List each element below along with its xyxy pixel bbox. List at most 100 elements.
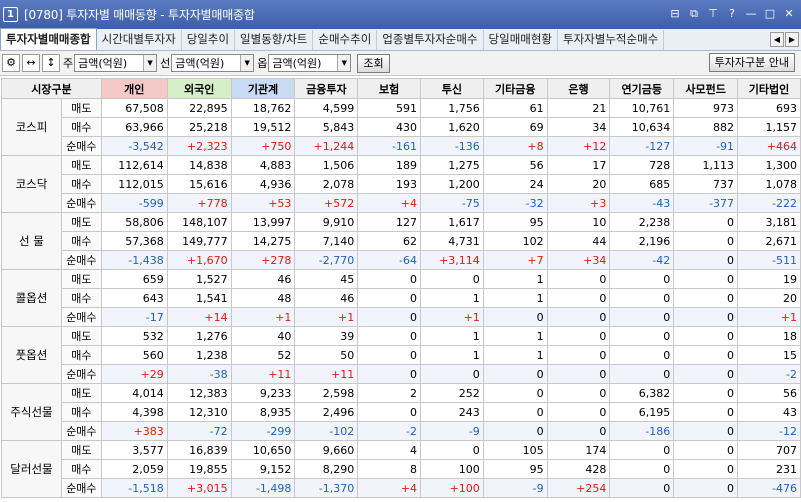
value-cell[interactable]: 39	[294, 326, 359, 346]
value-cell[interactable]: 18,762	[230, 98, 296, 118]
value-cell[interactable]: 56	[482, 155, 548, 175]
value-cell[interactable]: -2,770	[294, 250, 359, 270]
value-cell[interactable]: -377	[673, 193, 739, 213]
value-cell[interactable]: +278	[230, 250, 296, 270]
tab-3[interactable]: 일별동향/차트	[235, 30, 314, 50]
value-cell[interactable]: -161	[357, 136, 421, 156]
value-cell[interactable]: 1,113	[673, 155, 739, 175]
tab-5[interactable]: 업종별투자자순매수	[377, 30, 484, 50]
value-cell[interactable]: 69	[482, 117, 548, 137]
value-cell[interactable]: 643	[100, 288, 168, 308]
value-cell[interactable]: 0	[482, 307, 548, 327]
value-cell[interactable]: 4,398	[100, 402, 168, 422]
value-cell[interactable]: 693	[737, 98, 801, 118]
value-cell[interactable]: 9,233	[230, 383, 296, 403]
value-cell[interactable]: 58,806	[100, 212, 168, 232]
value-cell[interactable]: 6,382	[609, 383, 675, 403]
vertical-resize-icon[interactable]: ↕	[42, 54, 60, 72]
value-cell[interactable]: 25,218	[166, 117, 232, 137]
value-cell[interactable]: +2,323	[166, 136, 232, 156]
value-cell[interactable]: 22,895	[166, 98, 232, 118]
value-cell[interactable]: 0	[419, 364, 484, 384]
value-cell[interactable]: 15,616	[166, 174, 232, 194]
value-cell[interactable]: 1,238	[166, 345, 232, 365]
value-cell[interactable]: 0	[673, 478, 739, 498]
value-cell[interactable]: 105	[482, 440, 548, 460]
value-cell[interactable]: 0	[357, 307, 421, 327]
value-cell[interactable]: -222	[737, 193, 801, 213]
chevron-down-icon[interactable]: ▼	[143, 55, 157, 71]
value-cell[interactable]: 0	[609, 345, 675, 365]
value-cell[interactable]: 0	[609, 307, 675, 327]
value-cell[interactable]: 4,599	[294, 98, 359, 118]
value-cell[interactable]: 10,634	[609, 117, 675, 137]
tab-4[interactable]: 순매수추이	[313, 30, 378, 50]
value-cell[interactable]: 252	[419, 383, 484, 403]
value-cell[interactable]: 532	[100, 326, 168, 346]
minimize-icon[interactable]: —	[743, 6, 759, 22]
value-cell[interactable]: 0	[673, 402, 739, 422]
value-cell[interactable]: 8,935	[230, 402, 296, 422]
value-cell[interactable]: 14,838	[166, 155, 232, 175]
bookmark-icon[interactable]: ⊤	[705, 6, 721, 22]
value-cell[interactable]: 737	[673, 174, 739, 194]
value-cell[interactable]: +3,114	[419, 250, 484, 270]
value-cell[interactable]: 0	[673, 231, 739, 251]
value-cell[interactable]: 0	[482, 383, 548, 403]
futures-unit-select[interactable]: 금액(억원) ▼	[171, 54, 255, 72]
value-cell[interactable]: -91	[673, 136, 739, 156]
value-cell[interactable]: +383	[100, 421, 168, 441]
value-cell[interactable]: 48	[230, 288, 296, 308]
value-cell[interactable]: +4	[357, 193, 421, 213]
value-cell[interactable]: -38	[166, 364, 232, 384]
investor-guide-button[interactable]: 투자자구분 안내	[708, 53, 795, 72]
value-cell[interactable]: 0	[609, 478, 675, 498]
value-cell[interactable]: 95	[482, 459, 548, 479]
value-cell[interactable]: 1	[482, 326, 548, 346]
value-cell[interactable]: 1,617	[419, 212, 484, 232]
value-cell[interactable]: 0	[609, 288, 675, 308]
value-cell[interactable]: 685	[609, 174, 675, 194]
value-cell[interactable]: 4,936	[230, 174, 296, 194]
value-cell[interactable]: 1,541	[166, 288, 232, 308]
tab-2[interactable]: 당일추이	[182, 30, 236, 50]
value-cell[interactable]: 1,300	[737, 155, 801, 175]
value-cell[interactable]: 12,383	[166, 383, 232, 403]
value-cell[interactable]: 2,598	[294, 383, 359, 403]
value-cell[interactable]: 0	[357, 326, 421, 346]
value-cell[interactable]: 1	[482, 288, 548, 308]
value-cell[interactable]: 0	[609, 364, 675, 384]
value-cell[interactable]: 21	[546, 98, 611, 118]
value-cell[interactable]: -9	[482, 478, 548, 498]
value-cell[interactable]: -2	[357, 421, 421, 441]
value-cell[interactable]: 0	[546, 326, 611, 346]
value-cell[interactable]: +1	[419, 307, 484, 327]
value-cell[interactable]: +8	[482, 136, 548, 156]
value-cell[interactable]: 4,731	[419, 231, 484, 251]
value-cell[interactable]: +1,244	[294, 136, 359, 156]
value-cell[interactable]: -32	[482, 193, 548, 213]
value-cell[interactable]: 4	[357, 440, 421, 460]
value-cell[interactable]: 0	[609, 459, 675, 479]
value-cell[interactable]: 1,157	[737, 117, 801, 137]
value-cell[interactable]: +1	[294, 307, 359, 327]
value-cell[interactable]: 174	[546, 440, 611, 460]
value-cell[interactable]: 0	[357, 364, 421, 384]
value-cell[interactable]: +1	[230, 307, 296, 327]
pin-icon[interactable]: ⊟	[667, 6, 683, 22]
column-header[interactable]: 은행	[546, 78, 611, 99]
value-cell[interactable]: 34	[546, 117, 611, 137]
value-cell[interactable]: 0	[546, 421, 611, 441]
value-cell[interactable]: 0	[609, 326, 675, 346]
value-cell[interactable]: 973	[673, 98, 739, 118]
value-cell[interactable]: 9,152	[230, 459, 296, 479]
value-cell[interactable]: 0	[673, 212, 739, 232]
value-cell[interactable]: 10	[546, 212, 611, 232]
value-cell[interactable]: 1,200	[419, 174, 484, 194]
value-cell[interactable]: +572	[294, 193, 359, 213]
value-cell[interactable]: 6,195	[609, 402, 675, 422]
value-cell[interactable]: -3,542	[100, 136, 168, 156]
value-cell[interactable]: 1	[419, 345, 484, 365]
value-cell[interactable]: 1	[419, 288, 484, 308]
value-cell[interactable]: 0	[357, 288, 421, 308]
